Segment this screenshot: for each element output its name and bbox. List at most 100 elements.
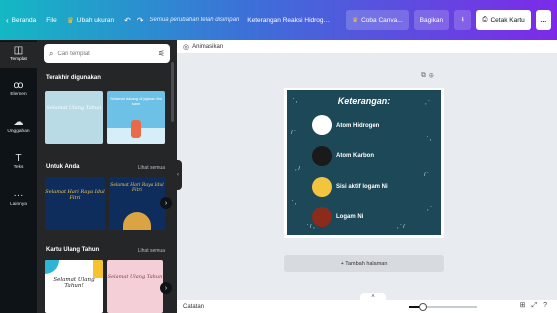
more-label: ... — [540, 16, 547, 24]
file-menu[interactable]: File — [46, 17, 56, 24]
thumb-text: Selamat Ulang Tahun — [46, 105, 102, 111]
confetti-decoration: , ' — [425, 100, 430, 106]
design-card[interactable]: Keterangan: Atom Hidrogen Atom Karbon Si… — [287, 90, 441, 235]
home-label: Beranda — [11, 16, 37, 24]
confetti-decoration: , ' / — [397, 224, 405, 230]
nickel-metal-dot[interactable] — [312, 207, 332, 227]
page-tools: ⧉⊕ — [421, 72, 437, 80]
duplicate-page-icon[interactable]: ⧉ — [421, 72, 429, 79]
sidebar-item-uploads[interactable]: ☁ Unggahan — [0, 117, 37, 134]
add-page-button[interactable]: + Tambah halaman — [284, 255, 444, 272]
download-button[interactable]: ⭳ — [454, 10, 472, 30]
thumb-text: Selamat Ulang Tahun — [107, 274, 163, 280]
thumb-mosque — [123, 212, 151, 230]
crown-icon: ♛ — [66, 15, 74, 25]
legend-label-hydrogen[interactable]: Atom Hidrogen — [336, 123, 379, 129]
panel-scrollbar[interactable] — [171, 62, 174, 122]
templates-panel: ⌕ ⚟ Terakhir digunakan Selamat Ulang Tah… — [37, 40, 177, 313]
see-all-link[interactable]: Lihat semua — [138, 165, 165, 171]
file-label: File — [46, 16, 57, 24]
more-icon: ··· — [13, 190, 24, 201]
confetti-decoration: , ' — [427, 206, 432, 212]
crown-icon: ♛ — [352, 17, 359, 24]
template-thumb-foryou-2[interactable]: Selamat Hari Raya Idul Fitri — [109, 177, 165, 230]
notes-button[interactable]: Catatan — [183, 304, 204, 310]
sidebar-item-more[interactable]: ··· Lainnya — [0, 190, 37, 207]
search-input[interactable] — [57, 50, 152, 57]
save-status: Semua perubahan telah disimpan — [149, 17, 240, 23]
sidebar-item-label: Lainnya — [10, 202, 27, 207]
thumb-figure — [131, 120, 141, 138]
card-title[interactable]: Keterangan: — [287, 96, 441, 106]
confetti-decoration: / ' — [291, 130, 296, 136]
animate-button[interactable]: Animasikan — [192, 44, 223, 50]
search-icon: ⌕ — [49, 48, 54, 58]
help-icon[interactable]: ? — [543, 302, 553, 309]
section-title-for-you: Untuk Anda — [46, 164, 80, 170]
bottom-bar: Catatan ⊞⤢? — [177, 300, 557, 313]
print-cards-button[interactable]: ⎙ Cetak Kartu — [476, 10, 531, 30]
try-pro-label: Coba Canva... — [361, 16, 403, 24]
share-button[interactable]: Bagikan — [413, 10, 450, 30]
nickel-active-site-dot[interactable] — [312, 177, 332, 197]
chevron-right-icon[interactable]: › — [160, 197, 172, 209]
template-icon: ◫ — [13, 45, 24, 56]
legend-label-carbon[interactable]: Atom Karbon — [336, 153, 374, 159]
sidebar-item-templates[interactable]: ◫ Templat — [0, 42, 37, 68]
thumb-corner — [45, 260, 59, 274]
sidebar-item-text[interactable]: T Teks — [0, 153, 37, 170]
share-label: Bagikan — [419, 16, 444, 24]
sidebar-item-label: Templat — [10, 57, 27, 62]
fullscreen-icon[interactable]: ⤢ — [531, 302, 543, 309]
legend-label-nickel[interactable]: Logam Ni — [336, 214, 363, 220]
collapse-panel-button[interactable]: ‹ — [174, 160, 182, 190]
resize-button[interactable]: ♛ Ubah ukuran — [67, 16, 114, 25]
sidebar-item-label: Teks — [13, 165, 24, 170]
redo-icon: ↷ — [136, 15, 144, 25]
section-title-birthday: Kartu Ulang Tahun — [46, 247, 100, 253]
shapes-icon: ꝏ — [13, 80, 24, 91]
zoom-slider-knob[interactable] — [418, 303, 427, 311]
thumb-corner — [93, 260, 103, 278]
sidebar-item-elements[interactable]: ꝏ Elemen — [0, 80, 37, 97]
redo-button[interactable]: ↷ — [137, 16, 144, 25]
download-icon: ⭳ — [461, 15, 464, 23]
see-all-link[interactable]: Lihat semua — [138, 248, 165, 254]
thumb-text: Selamat datang di jajaran tim kami — [110, 96, 162, 106]
zoom-slider[interactable] — [409, 303, 477, 311]
add-page-icon[interactable]: ⊕ — [429, 72, 437, 79]
document-title[interactable]: Keterangan Reaksi Hidrogenasi — [247, 17, 333, 24]
sidebar-rail: ◫ Templat ꝏ Elemen ☁ Unggahan T Teks ···… — [0, 40, 37, 313]
text-icon: T — [15, 153, 22, 164]
page-count-icon[interactable]: ⊞ — [520, 302, 532, 309]
more-button[interactable]: ... — [535, 10, 551, 30]
add-page-label: + Tambah halaman — [340, 260, 388, 267]
try-pro-button[interactable]: ♛ Coba Canva... — [346, 10, 409, 30]
home-button[interactable]: ‹ Beranda — [6, 16, 36, 25]
hydrogen-atom-dot[interactable] — [312, 115, 332, 135]
sidebar-item-label: Unggahan — [7, 129, 30, 134]
upload-icon: ☁ — [13, 117, 24, 128]
filter-icon[interactable]: ⚟ — [158, 49, 165, 58]
carbon-atom-dot[interactable] — [312, 146, 332, 166]
thumb-text: Selamat Ulang Tahun! — [53, 277, 95, 289]
legend-label-active-site[interactable]: Sisi aktif logam Ni — [336, 184, 388, 190]
template-thumb-recent-2[interactable]: Selamat datang di jajaran tim kami — [107, 91, 165, 144]
view-controls: ⊞⤢? — [520, 301, 553, 310]
template-thumb-recent-1[interactable]: Selamat Ulang Tahun — [45, 91, 103, 144]
template-thumb-birthday-2[interactable]: Selamat Ulang Tahun — [107, 260, 163, 313]
chevron-right-icon[interactable]: › — [160, 282, 172, 294]
section-title-recent: Terakhir digunakan — [46, 75, 101, 81]
undo-button[interactable]: ↶ — [124, 16, 131, 25]
search-box[interactable]: ⌕ ⚟ — [44, 44, 170, 63]
confetti-decoration: / ' — [424, 172, 429, 178]
sidebar-item-label: Elemen — [10, 92, 27, 97]
confetti-decoration: ' , — [292, 200, 297, 206]
template-thumb-foryou-1[interactable]: Selamat Hari Raya Idul Fitri — [45, 177, 105, 230]
undo-icon: ↶ — [124, 15, 131, 25]
template-thumb-birthday-1[interactable]: Selamat Ulang Tahun! — [45, 260, 103, 313]
chevron-left-icon: ‹ — [177, 172, 179, 178]
animate-icon: ◎ — [183, 43, 190, 51]
editor-subtoolbar: ◎ Animasikan — [177, 40, 557, 53]
confetti-decoration: , / — [295, 166, 301, 172]
